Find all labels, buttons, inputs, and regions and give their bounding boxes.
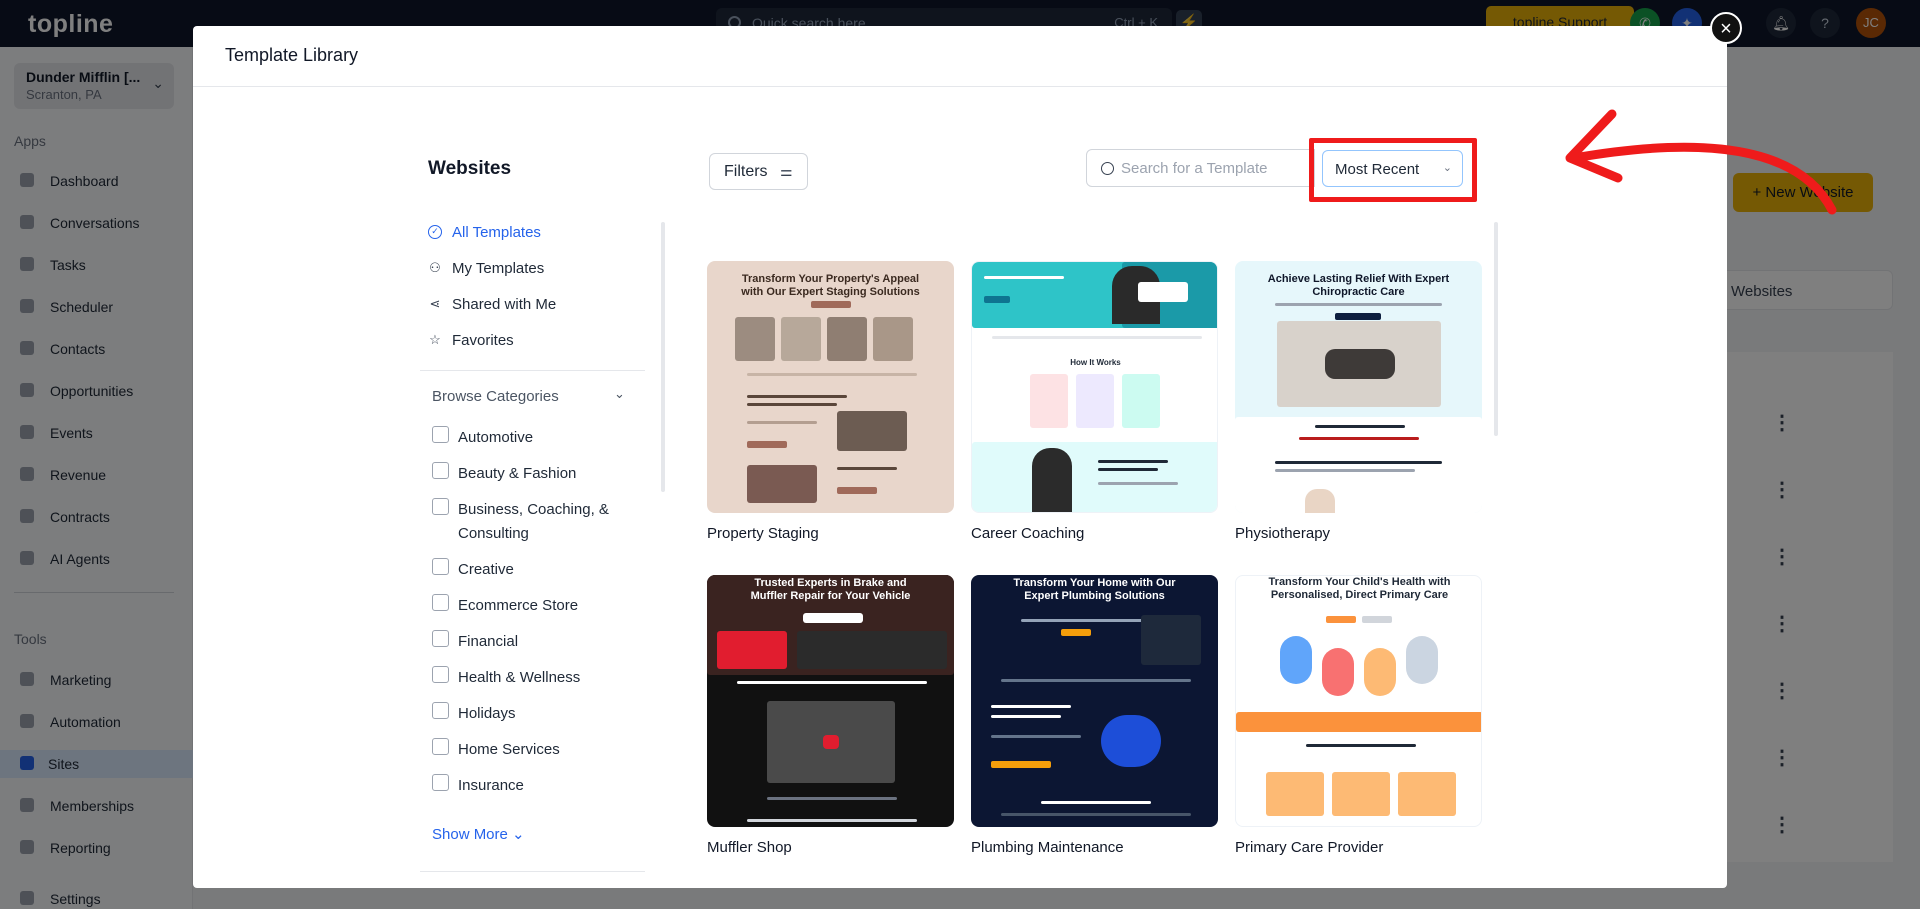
template-library-modal: Template Library Websites ✓ All Templates… — [193, 26, 1727, 888]
template-name: Career Coaching — [971, 525, 1085, 542]
left-pane-scrollbar[interactable] — [661, 222, 665, 492]
template-grid-scrollbar[interactable] — [1494, 222, 1498, 436]
checkbox[interactable] — [432, 702, 449, 719]
checkbox[interactable] — [432, 462, 449, 479]
star-icon: ☆ — [429, 332, 441, 347]
template-name: Property Staging — [707, 525, 819, 542]
modal-title: Template Library — [225, 45, 359, 65]
checkbox[interactable] — [432, 558, 449, 575]
chevron-down-icon: ⌄ — [512, 826, 525, 843]
search-icon — [1101, 162, 1114, 175]
filters-button[interactable]: Filters ⚌ — [709, 153, 808, 190]
websites-heading: Websites — [428, 158, 512, 179]
highlight-box — [1309, 138, 1477, 202]
template-name: Plumbing Maintenance — [971, 839, 1124, 856]
left-pane-divider — [420, 871, 645, 872]
checkbox[interactable] — [432, 426, 449, 443]
close-modal-button[interactable]: × — [1710, 12, 1742, 44]
checkbox[interactable] — [432, 666, 449, 683]
checkbox[interactable] — [432, 774, 449, 791]
left-pane-divider — [420, 370, 645, 371]
checkbox[interactable] — [432, 498, 449, 515]
template-thumbnail[interactable]: Achieve Lasting Relief With Expert Chiro… — [1235, 261, 1482, 513]
template-thumbnail[interactable]: Transform Your Child's Health with Perso… — [1235, 575, 1482, 827]
annotation-arrow-icon — [1565, 109, 1837, 215]
template-thumbnail[interactable]: Transform Your Home with Our Expert Plum… — [971, 575, 1218, 827]
template-thumbnail[interactable]: Transform Your Property's Appeal with Ou… — [707, 261, 954, 513]
checkbox[interactable] — [432, 630, 449, 647]
template-search-input[interactable]: Search for a Template — [1086, 149, 1315, 187]
user-icon: ⚇ — [429, 260, 441, 275]
show-more-link[interactable]: Show More ⌄ — [432, 825, 525, 843]
checkbox[interactable] — [432, 594, 449, 611]
template-name: Physiotherapy — [1235, 525, 1331, 542]
browse-categories-heading: Browse Categories — [432, 388, 559, 405]
share-icon: ⋖ — [429, 296, 441, 311]
template-name: Primary Care Provider — [1235, 839, 1384, 856]
check-circle-icon: ✓ — [428, 225, 442, 239]
template-name: Muffler Shop — [707, 839, 792, 856]
template-thumbnail[interactable]: How It Works — [971, 261, 1218, 513]
modal-header: Template Library — [193, 26, 1727, 87]
checkbox[interactable] — [432, 738, 449, 755]
chevron-down-icon[interactable]: ⌄ — [614, 386, 625, 402]
sliders-icon: ⚌ — [780, 163, 793, 179]
template-thumbnail[interactable]: Trusted Experts in Brake and Muffler Rep… — [707, 575, 954, 827]
